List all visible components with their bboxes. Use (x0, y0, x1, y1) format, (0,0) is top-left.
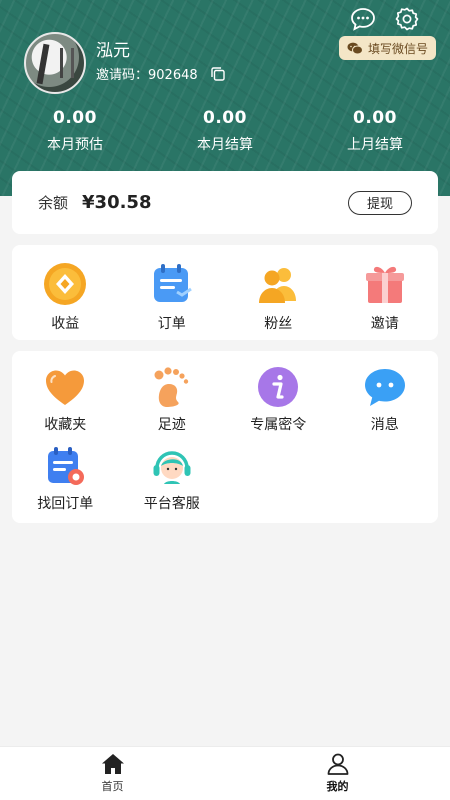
menu-item-invite[interactable]: 邀请 (332, 261, 439, 340)
tool-item-exclusive-code[interactable]: 专属密令 (225, 365, 332, 434)
customer-service-icon (150, 444, 194, 488)
quick-menu: 收益 订单 粉丝 邀请 (12, 245, 438, 340)
balance-amount: ¥30.58 (82, 192, 152, 213)
nav-home[interactable]: 首页 (0, 747, 225, 800)
stat-last-month-settled[interactable]: 0.00 上月结算 (300, 108, 450, 154)
tool-item-find-order[interactable]: 找回订单 (12, 444, 119, 513)
menu-item-label: 订单 (157, 316, 186, 332)
nav-mine[interactable]: 我的 (225, 747, 450, 800)
balance-card: 余额 ¥30.58 提现 (12, 171, 438, 234)
profile-header: 泓元 邀请码：902648 填写微信号 0.00 本月预估 0.00 本月结算 … (0, 0, 450, 196)
header-actions (350, 6, 420, 32)
nav-label: 我的 (326, 780, 349, 793)
coin-icon (42, 261, 88, 307)
withdraw-button[interactable]: 提现 (348, 190, 412, 215)
tool-item-label: 平台客服 (143, 496, 200, 512)
stat-value: 0.00 (53, 108, 97, 128)
home-icon (101, 754, 124, 774)
menu-item-label: 粉丝 (264, 316, 293, 332)
user-name: 泓元 (96, 41, 130, 61)
fans-icon (255, 261, 301, 307)
bottom-navigation: 首页 我的 (0, 746, 450, 800)
menu-item-fans[interactable]: 粉丝 (225, 261, 332, 340)
find-order-icon (43, 444, 87, 488)
stat-this-month-settled[interactable]: 0.00 本月结算 (150, 108, 300, 154)
tool-item-label: 消息 (370, 417, 399, 433)
stat-value: 0.00 (203, 108, 247, 128)
avatar[interactable] (24, 32, 86, 94)
gear-icon (395, 7, 419, 31)
balance-label: 余额 (38, 194, 69, 212)
order-icon (149, 261, 195, 307)
chat-bubble-icon (363, 365, 407, 409)
fill-wechat-button[interactable]: 填写微信号 (338, 36, 436, 60)
menu-item-label: 邀请 (370, 316, 399, 332)
tool-item-label: 足迹 (157, 417, 186, 433)
heart-icon (43, 365, 87, 409)
menu-item-label: 收益 (51, 316, 80, 332)
invite-code: 902648 (148, 68, 198, 83)
nav-label: 首页 (101, 780, 124, 793)
tools-menu: 收藏夹 足迹 专属密令 消息 找回订单 平台客服 (12, 351, 438, 523)
info-icon (256, 365, 300, 409)
stat-this-month-estimate[interactable]: 0.00 本月预估 (0, 108, 150, 154)
tool-item-footprints[interactable]: 足迹 (119, 365, 226, 434)
footprint-icon (150, 365, 194, 409)
menu-item-earnings[interactable]: 收益 (12, 261, 119, 340)
earnings-stats: 0.00 本月预估 0.00 本月结算 0.00 上月结算 (0, 108, 450, 154)
message-button[interactable] (350, 6, 376, 32)
tool-item-favorites[interactable]: 收藏夹 (12, 365, 119, 434)
invite-label: 邀请码： (96, 68, 149, 83)
tool-item-label: 收藏夹 (44, 417, 87, 433)
stat-value: 0.00 (353, 108, 397, 128)
menu-item-orders[interactable]: 订单 (119, 261, 226, 340)
gift-icon (362, 261, 408, 307)
copy-icon[interactable] (210, 66, 226, 82)
wechat-chip-label: 填写微信号 (367, 41, 428, 56)
tool-item-label: 专属密令 (250, 417, 307, 433)
wechat-icon (347, 42, 363, 54)
stat-label: 本月预估 (47, 137, 103, 153)
tool-item-label: 找回订单 (37, 496, 94, 512)
tool-item-messages[interactable]: 消息 (332, 365, 439, 434)
stat-label: 本月结算 (197, 137, 253, 153)
message-icon (351, 8, 375, 31)
settings-button[interactable] (394, 6, 420, 32)
stat-label: 上月结算 (347, 137, 403, 153)
invite-code-row: 邀请码：902648 (96, 64, 226, 83)
tool-item-customer-service[interactable]: 平台客服 (119, 444, 226, 513)
user-icon (327, 753, 348, 775)
